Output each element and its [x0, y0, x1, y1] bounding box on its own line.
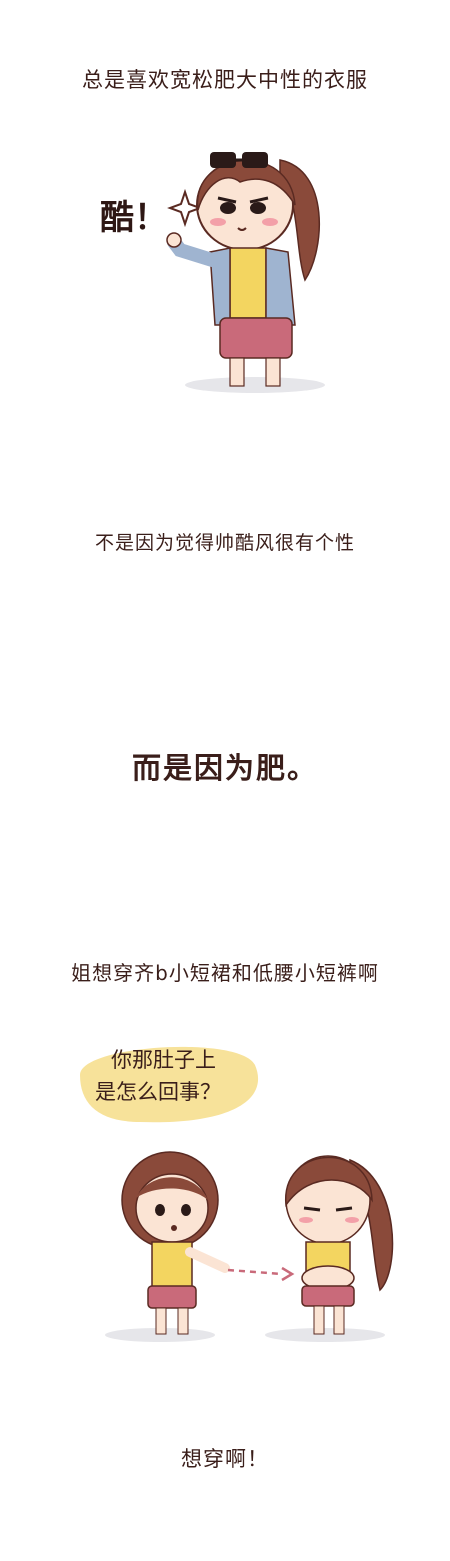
caption-4: 姐想穿齐b小短裙和低腰小短裤啊: [71, 961, 379, 985]
bubble-line-1: 你那肚子上: [111, 1048, 216, 1072]
caption-3: 而是因为肥。: [131, 751, 318, 785]
caption-1: 总是喜欢宽松肥大中性的衣服: [82, 68, 368, 92]
bubble-line-2: 是怎么回事？: [95, 1080, 221, 1104]
caption-2: 不是因为觉得帅酷风很有个性: [94, 532, 355, 554]
sparkle-icon: [167, 188, 203, 228]
cool-girl-illustration: [166, 152, 325, 393]
caption-5: 想穿啊！: [181, 1447, 269, 1471]
speech-bubble-text: 你那肚子上 是怎么回事？: [95, 1044, 265, 1108]
